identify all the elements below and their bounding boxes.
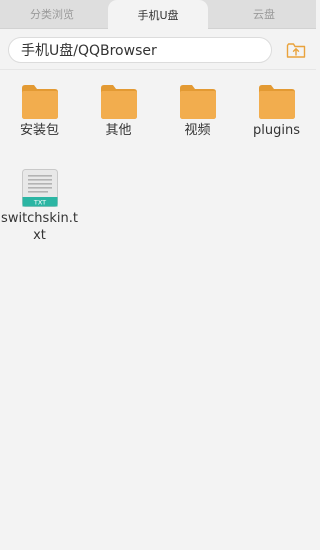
folder-icon bbox=[21, 85, 58, 119]
tab-cloud-disk[interactable]: 云盘 bbox=[212, 0, 316, 28]
item-label: switchskin.txt bbox=[1, 211, 78, 243]
txt-file-icon: TXT bbox=[21, 169, 58, 207]
item-label: 安装包 bbox=[19, 123, 59, 138]
item-label: 视频 bbox=[184, 123, 211, 138]
folder-up-icon bbox=[286, 43, 306, 58]
tab-category-browse[interactable]: 分类浏览 bbox=[0, 0, 104, 28]
item-label: plugins bbox=[253, 123, 300, 138]
file-item-switchskin[interactable]: TXT switchskin.txt bbox=[0, 160, 79, 244]
path-field[interactable]: 手机U盘/QQBrowser bbox=[8, 37, 272, 63]
folder-icon bbox=[100, 85, 137, 119]
folder-item-install-packages[interactable]: 安装包 bbox=[0, 70, 79, 139]
txt-badge: TXT bbox=[32, 198, 45, 206]
folder-icon bbox=[179, 85, 216, 119]
tab-phone-udisk[interactable]: 手机U盘 bbox=[108, 0, 208, 29]
item-label: 其他 bbox=[105, 123, 132, 138]
folder-item-video[interactable]: 视频 bbox=[158, 70, 237, 139]
tab-bar: 分类浏览 手机U盘 云盘 bbox=[0, 0, 316, 29]
folder-item-other[interactable]: 其他 bbox=[79, 70, 158, 139]
folder-icon bbox=[258, 85, 295, 119]
parent-folder-button[interactable] bbox=[284, 39, 308, 61]
folder-item-plugins[interactable]: plugins bbox=[237, 70, 316, 139]
